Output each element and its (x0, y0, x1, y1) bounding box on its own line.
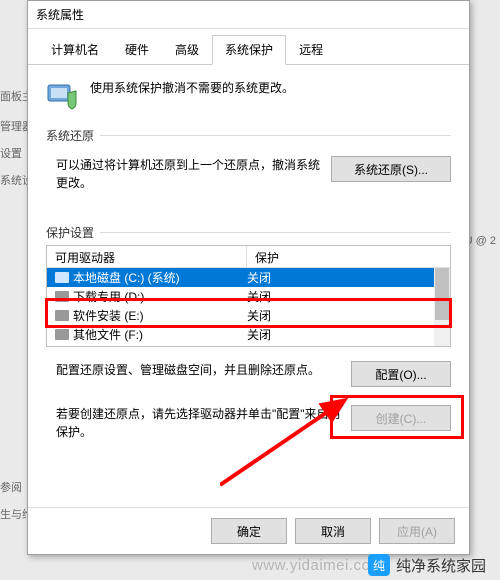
system-restore-button[interactable]: 系统还原(S)... (331, 156, 451, 182)
drive-status: 关闭 (247, 269, 442, 286)
tab-computer-name[interactable]: 计算机名 (38, 35, 112, 64)
create-text: 若要创建还原点，请先选择驱动器并单击"配置"来启用保护。 (56, 405, 341, 441)
apply-button: 应用(A) (379, 518, 455, 544)
configure-button[interactable]: 配置(O)... (351, 361, 451, 387)
scrollbar-thumb[interactable] (435, 268, 449, 320)
drive-name: 其他文件 (F:) (73, 326, 143, 343)
drive-status: 关闭 (247, 307, 442, 324)
drive-row[interactable]: 下载专用 (D:) 关闭 (47, 287, 450, 306)
tab-advanced[interactable]: 高级 (162, 35, 212, 64)
drive-name: 下载专用 (D:) (73, 288, 144, 305)
shield-icon (46, 79, 78, 111)
tabs: 计算机名 硬件 高级 系统保护 远程 (28, 29, 469, 65)
drive-name: 本地磁盘 (C:) (系统) (73, 269, 180, 286)
tab-content: 使用系统保护撤消不需要的系统更改。 系统还原 可以通过将计算机还原到上一个还原点… (28, 65, 469, 507)
drive-row[interactable]: 本地磁盘 (C:) (系统) 关闭 (47, 268, 450, 287)
drive-row[interactable]: 其他文件 (F:) 关闭 (47, 325, 450, 344)
drive-icon (55, 310, 69, 321)
drive-status: 关闭 (247, 326, 442, 343)
col-header-protect: 保护 (247, 246, 450, 267)
configure-text: 配置还原设置、管理磁盘空间，并且删除还原点。 (56, 361, 341, 379)
watermark-url: www.yidaimei.com (252, 557, 383, 574)
tab-remote[interactable]: 远程 (286, 35, 336, 64)
create-button: 创建(C)... (351, 405, 451, 431)
titlebar: 系统属性 (28, 1, 469, 29)
ok-button[interactable]: 确定 (211, 518, 287, 544)
drive-status: 关闭 (247, 288, 442, 305)
system-properties-dialog: 系统属性 计算机名 硬件 高级 系统保护 远程 使用系统保护撤消不需要的系统更改… (27, 0, 470, 555)
watermark-logo-icon: 纯 (368, 554, 390, 576)
restore-text: 可以通过将计算机还原到上一个还原点，撤消系统更改。 (56, 156, 321, 192)
drive-icon (55, 272, 69, 283)
drive-name: 软件安装 (E:) (73, 307, 144, 324)
bg-text: 参阅 (0, 479, 22, 495)
tab-hardware[interactable]: 硬件 (112, 35, 162, 64)
drive-icon (55, 291, 69, 302)
dialog-title: 系统属性 (36, 6, 84, 23)
scrollbar[interactable] (434, 268, 450, 346)
cancel-button[interactable]: 取消 (295, 518, 371, 544)
dialog-footer: 确定 取消 应用(A) (28, 507, 469, 554)
intro-text: 使用系统保护撤消不需要的系统更改。 (90, 79, 294, 96)
drive-row[interactable]: 软件安装 (E:) 关闭 (47, 306, 450, 325)
drive-icon (55, 329, 69, 340)
bg-text: 设置 (0, 145, 22, 161)
drives-listbox[interactable]: 可用驱动器 保护 本地磁盘 (C:) (系统)关闭下载专用 (D:)关闭软件安装… (46, 245, 451, 347)
restore-section-title: 系统还原 (46, 127, 451, 146)
col-header-drive: 可用驱动器 (47, 246, 247, 267)
watermark-text: 纯净系统家园 (396, 555, 486, 576)
protection-section-title: 保护设置 (46, 224, 451, 243)
watermark: 纯 纯净系统家园 (368, 554, 486, 576)
tab-system-protection[interactable]: 系统保护 (212, 35, 286, 65)
